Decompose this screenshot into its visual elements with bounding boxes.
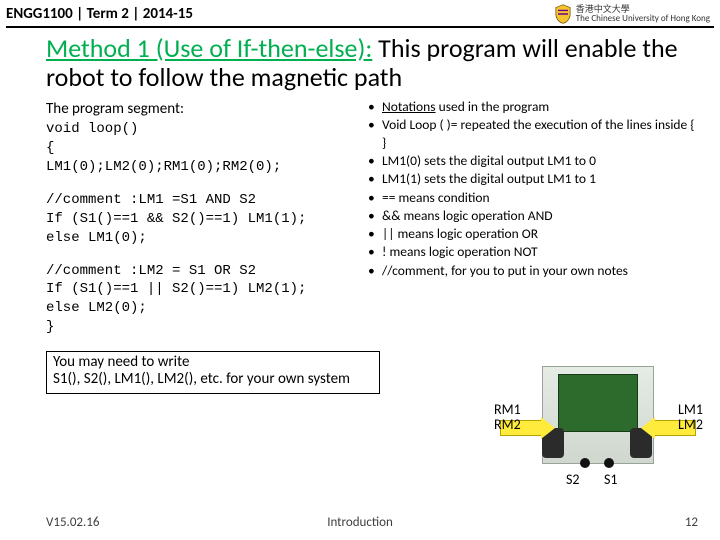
- list-item: ! means logic operation NOT: [368, 243, 698, 260]
- university-logo: 香港中文大學 The Chinese University of Hong Ko…: [554, 4, 710, 24]
- list-item: Notations used in the program: [368, 98, 698, 115]
- note-line-1: You may need to write: [53, 354, 373, 371]
- header-rule: [6, 26, 714, 28]
- code-block-1: void loop() { LM1(0);LM2(0);RM1(0);RM2(0…: [46, 120, 356, 177]
- robot-sensor-s1: [604, 458, 614, 468]
- slide-title: Method 1 (Use of If-then-else): This pro…: [0, 32, 720, 98]
- footer-version: V15.02.16: [46, 515, 99, 530]
- list-item: Void Loop ( )= repeated the execution of…: [368, 116, 698, 151]
- list-item: == means condition: [368, 189, 698, 206]
- body: The program segment: void loop() { LM1(0…: [0, 98, 720, 393]
- label-s1: S1: [604, 472, 618, 487]
- left-column: The program segment: void loop() { LM1(0…: [46, 98, 356, 393]
- slide: ENGG1100 | Term 2 | 2014-15 香港中文大學 The C…: [0, 0, 720, 540]
- segment-label: The program segment:: [46, 100, 356, 118]
- page-number: 12: [685, 515, 698, 530]
- title-method: Method 1 (Use of If-then-else):: [46, 32, 372, 64]
- note-line-2: S1(), S2(), LM1(), LM2(), etc. for your …: [53, 371, 373, 388]
- code-block-2: //comment :LM1 =S1 AND S2 If (S1()==1 &&…: [46, 191, 356, 248]
- shield-icon: [554, 4, 572, 24]
- header: ENGG1100 | Term 2 | 2014-15 香港中文大學 The C…: [0, 0, 720, 26]
- robot-sensor-s2: [580, 458, 590, 468]
- label-s2: S2: [566, 472, 580, 487]
- list-item: //comment, for you to put in your own no…: [368, 262, 698, 279]
- right-column: Notations used in the program Void Loop …: [368, 98, 698, 393]
- footer-center: Introduction: [327, 515, 393, 530]
- robot-pcb: [558, 374, 638, 432]
- code-block-3: //comment :LM2 = S1 OR S2 If (S1()==1 ||…: [46, 262, 356, 338]
- notations-list: Notations used in the program Void Loop …: [368, 98, 698, 279]
- list-item: LM1(0) sets the digital output LM1 to 0: [368, 152, 698, 169]
- note-box: You may need to write S1(), S2(), LM1(),…: [46, 351, 380, 394]
- list-item: LM1(1) sets the digital output LM1 to 1: [368, 170, 698, 187]
- label-rm: RM1 RM2: [494, 402, 521, 433]
- course-code: ENGG1100 | Term 2 | 2014-15: [6, 5, 193, 23]
- label-lm: LM1 LM2: [678, 402, 703, 433]
- robot-diagram: RM1 RM2 LM1 LM2 S2 S1: [496, 366, 706, 496]
- list-item: && means logic operation AND: [368, 207, 698, 224]
- university-name: 香港中文大學 The Chinese University of Hong Ko…: [576, 5, 710, 23]
- list-item: || means logic operation OR: [368, 225, 698, 242]
- footer: V15.02.16 Introduction 12: [0, 515, 720, 530]
